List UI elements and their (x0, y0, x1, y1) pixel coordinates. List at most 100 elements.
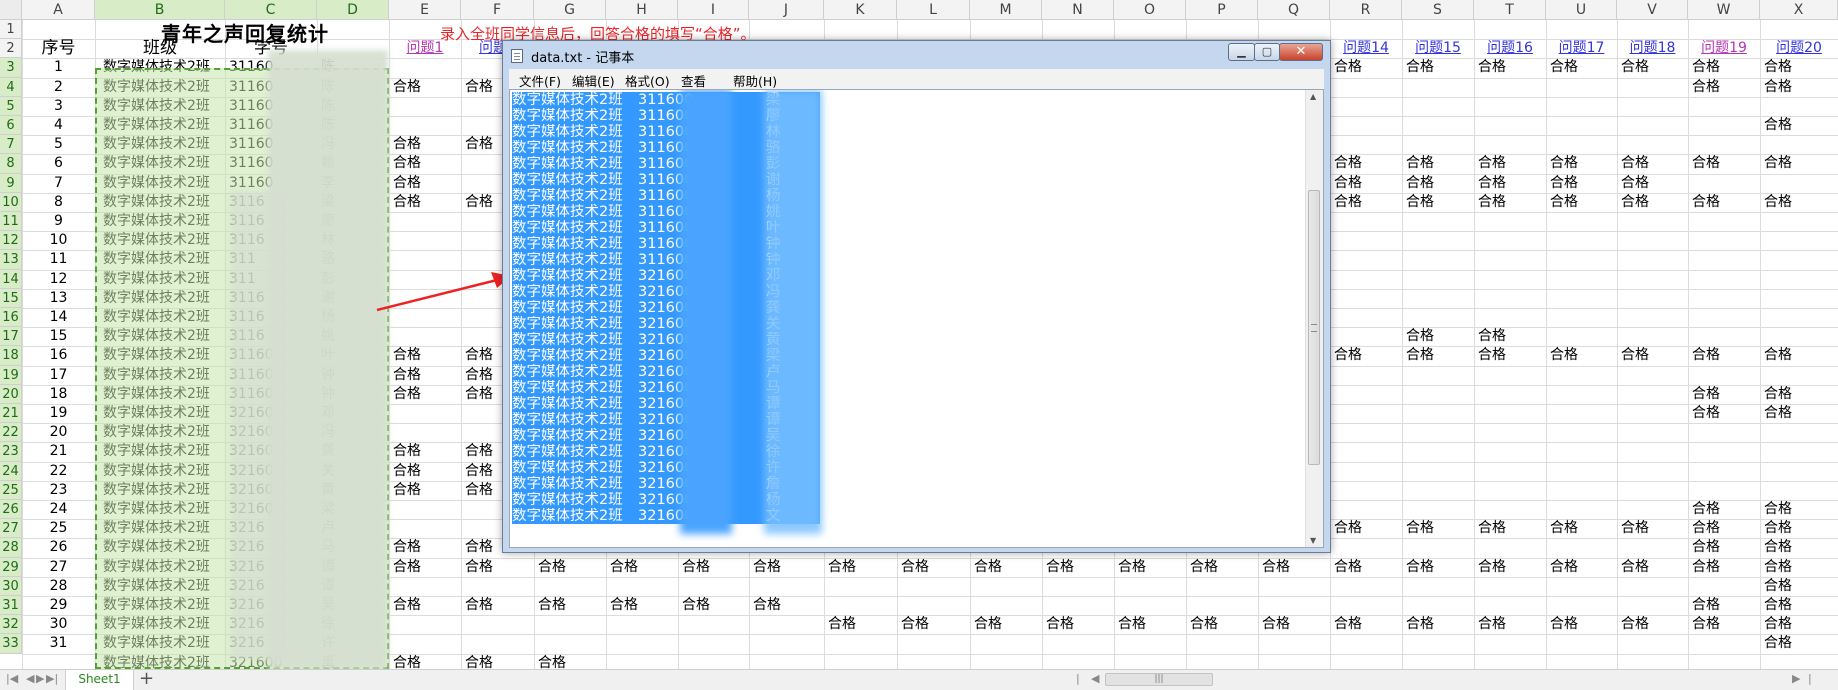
answer-cell[interactable]: 合格 (1688, 596, 1760, 615)
row-seq[interactable]: 12 (22, 270, 95, 289)
minimize-button[interactable]: ▁ (1228, 43, 1255, 61)
row-seq[interactable]: 24 (22, 500, 95, 519)
row-seq[interactable]: 10 (22, 231, 95, 250)
answer-cell[interactable]: 合格 (1402, 58, 1474, 77)
close-button[interactable]: ✕ (1279, 43, 1323, 61)
answer-cell[interactable]: 合格 (1688, 58, 1760, 77)
row-header[interactable]: 12 (0, 231, 22, 251)
sheet-last-icon[interactable]: ▶| (46, 672, 58, 685)
answer-cell[interactable]: 合格 (1546, 558, 1617, 577)
column-header-o[interactable]: O (1114, 0, 1186, 20)
answer-cell[interactable]: 合格 (534, 596, 606, 615)
answer-cell[interactable]: 合格 (389, 385, 461, 404)
answer-cell[interactable]: 合格 (1760, 58, 1838, 77)
column-header-i[interactable]: I (678, 0, 749, 20)
answer-cell[interactable]: 合格 (749, 596, 824, 615)
row-seq[interactable]: 1 (22, 58, 95, 77)
column-header-x[interactable]: X (1760, 0, 1838, 20)
answer-cell[interactable]: 合格 (1760, 577, 1838, 596)
row-header[interactable]: 7 (0, 135, 22, 155)
column-header-d[interactable]: D (317, 0, 389, 20)
row-header[interactable]: 14 (0, 269, 22, 289)
answer-cell[interactable]: 合格 (1760, 116, 1838, 135)
column-header-g[interactable]: G (534, 0, 606, 20)
row-header[interactable]: 22 (0, 423, 22, 443)
answer-cell[interactable]: 合格 (1617, 558, 1688, 577)
row-header[interactable]: 9 (0, 173, 22, 193)
menu-edit[interactable]: 编辑(E) (572, 71, 615, 90)
answer-cell[interactable]: 合格 (1330, 519, 1402, 538)
row-header[interactable]: 26 (0, 500, 22, 520)
answer-cell[interactable]: 合格 (389, 481, 461, 500)
answer-cell[interactable]: 合格 (389, 174, 461, 193)
row-seq[interactable]: 29 (22, 596, 95, 615)
question-header-link[interactable]: 问题20 (1760, 39, 1838, 58)
scroll-down-icon[interactable]: ▼ (1310, 536, 1316, 545)
row-header[interactable]: 3 (0, 58, 22, 78)
notepad-titlebar[interactable]: data.txt - 记事本 ▁ ▢ ✕ (503, 41, 1330, 69)
column-header-s[interactable]: S (1402, 0, 1474, 20)
answer-cell[interactable]: 合格 (606, 596, 678, 615)
answer-cell[interactable]: 合格 (1546, 174, 1617, 193)
answer-cell[interactable]: 合格 (606, 558, 678, 577)
answer-cell[interactable]: 合格 (389, 154, 461, 173)
answer-cell[interactable]: 合格 (1546, 346, 1617, 365)
column-header-a[interactable]: A (22, 0, 95, 20)
row-seq[interactable]: 28 (22, 577, 95, 596)
answer-cell[interactable]: 合格 (1760, 538, 1838, 557)
row-header[interactable]: 33 (0, 634, 22, 654)
answer-cell[interactable]: 合格 (1042, 558, 1114, 577)
answer-cell[interactable]: 合格 (1330, 346, 1402, 365)
answer-cell[interactable]: 合格 (1330, 174, 1402, 193)
row-header[interactable]: 20 (0, 384, 22, 404)
row-seq[interactable]: 14 (22, 308, 95, 327)
answer-cell[interactable]: 合格 (1760, 500, 1838, 519)
answer-cell[interactable]: 合格 (1474, 193, 1546, 212)
answer-cell[interactable]: 合格 (1474, 558, 1546, 577)
row-header[interactable]: 24 (0, 461, 22, 481)
answer-cell[interactable]: 合格 (1617, 615, 1688, 634)
row-header[interactable]: 31 (0, 596, 22, 616)
answer-cell[interactable]: 合格 (1042, 615, 1114, 634)
menu-view[interactable]: 查看 (681, 71, 706, 90)
answer-cell[interactable]: 合格 (1688, 78, 1760, 97)
row-seq[interactable]: 8 (22, 193, 95, 212)
answer-cell[interactable]: 合格 (1546, 58, 1617, 77)
answer-cell[interactable]: 合格 (1402, 154, 1474, 173)
answer-cell[interactable]: 合格 (389, 193, 461, 212)
answer-cell[interactable]: 合格 (897, 558, 970, 577)
answer-cell[interactable]: 合格 (389, 654, 461, 669)
row-seq[interactable]: 17 (22, 366, 95, 385)
answer-cell[interactable]: 合格 (678, 596, 749, 615)
answer-cell[interactable]: 合格 (1760, 634, 1838, 653)
answer-cell[interactable]: 合格 (1688, 538, 1760, 557)
row-header[interactable]: 15 (0, 288, 22, 308)
row-header[interactable]: 1 (0, 20, 22, 40)
answer-cell[interactable]: 合格 (1617, 174, 1688, 193)
question-header-link[interactable]: 问题19 (1688, 39, 1760, 58)
select-all-corner[interactable] (0, 0, 22, 20)
answer-cell[interactable]: 合格 (749, 558, 824, 577)
answer-cell[interactable]: 合格 (389, 558, 461, 577)
column-header-v[interactable]: V (1617, 0, 1688, 20)
answer-cell[interactable]: 合格 (1330, 154, 1402, 173)
answer-cell[interactable]: 合格 (461, 654, 534, 669)
answer-cell[interactable]: 合格 (1402, 327, 1474, 346)
row-header[interactable]: 6 (0, 116, 22, 136)
column-header-c[interactable]: C (225, 0, 317, 20)
answer-cell[interactable]: 合格 (389, 366, 461, 385)
answer-cell[interactable]: 合格 (1114, 615, 1186, 634)
column-header-b[interactable]: B (95, 0, 225, 20)
sheet-next-icon[interactable]: ▶ (36, 672, 44, 685)
column-header-e[interactable]: E (389, 0, 461, 20)
answer-cell[interactable]: 合格 (1760, 558, 1838, 577)
row-header[interactable]: 13 (0, 250, 22, 270)
column-header-m[interactable]: M (970, 0, 1042, 20)
answer-cell[interactable]: 合格 (1760, 78, 1838, 97)
row-seq[interactable]: 21 (22, 442, 95, 461)
answer-cell[interactable]: 合格 (1474, 615, 1546, 634)
column-header-r[interactable]: R (1330, 0, 1402, 20)
row-seq[interactable]: 2 (22, 78, 95, 97)
answer-cell[interactable]: 合格 (1688, 346, 1760, 365)
answer-cell[interactable]: 合格 (1760, 519, 1838, 538)
